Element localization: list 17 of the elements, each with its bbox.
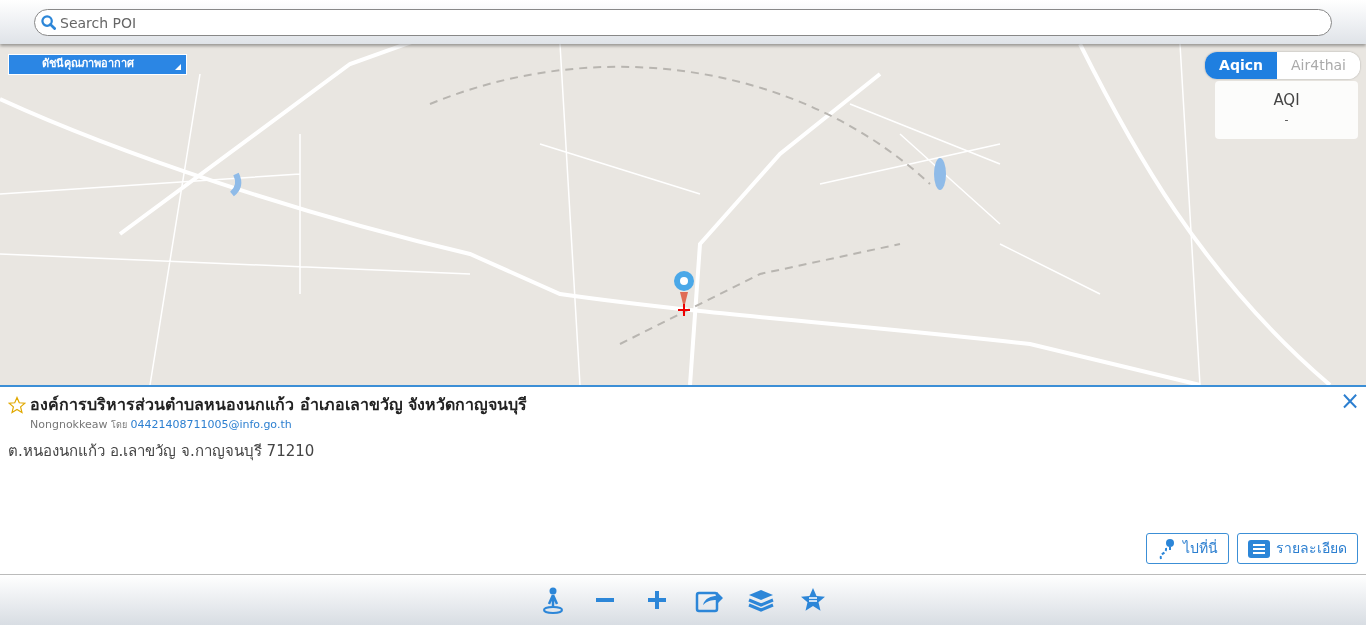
contributor-link[interactable]: 04421408711005@info.go.th: [130, 418, 292, 431]
list-icon: [1248, 539, 1270, 558]
air-quality-dropdown[interactable]: ดัชนีคุณภาพอากาศ: [8, 54, 187, 75]
details-button[interactable]: รายละเอียด: [1237, 533, 1358, 564]
minus-icon: [596, 598, 614, 602]
aqi-label: AQI: [1272, 90, 1301, 111]
directions-button[interactable]: ไปที่นี่: [1146, 533, 1229, 564]
poi-address: ต.หนองนกแก้ว อ.เลาขวัญ จ.กาญจนบุรี 71210: [8, 440, 316, 462]
aqi-value: -: [1283, 111, 1290, 128]
poi-source-text: Nongnokkeaw โดย 04421408711005@info.go.th: [30, 417, 293, 433]
close-button[interactable]: ×: [1339, 389, 1360, 413]
star-icon[interactable]: [8, 396, 26, 414]
search-field[interactable]: Search POI: [34, 9, 1332, 36]
aqi-source-tab[interactable]: Air4thai: [1277, 52, 1360, 79]
route-icon: [1157, 537, 1177, 560]
poi-title: องค์การบริหารส่วนตำบลหนองนกแก้ว อำเภอเลาขวัญ จังหวัดกาญจนบุรี: [30, 394, 528, 417]
aqi-source-tab[interactable]: Aqicn: [1205, 52, 1278, 79]
